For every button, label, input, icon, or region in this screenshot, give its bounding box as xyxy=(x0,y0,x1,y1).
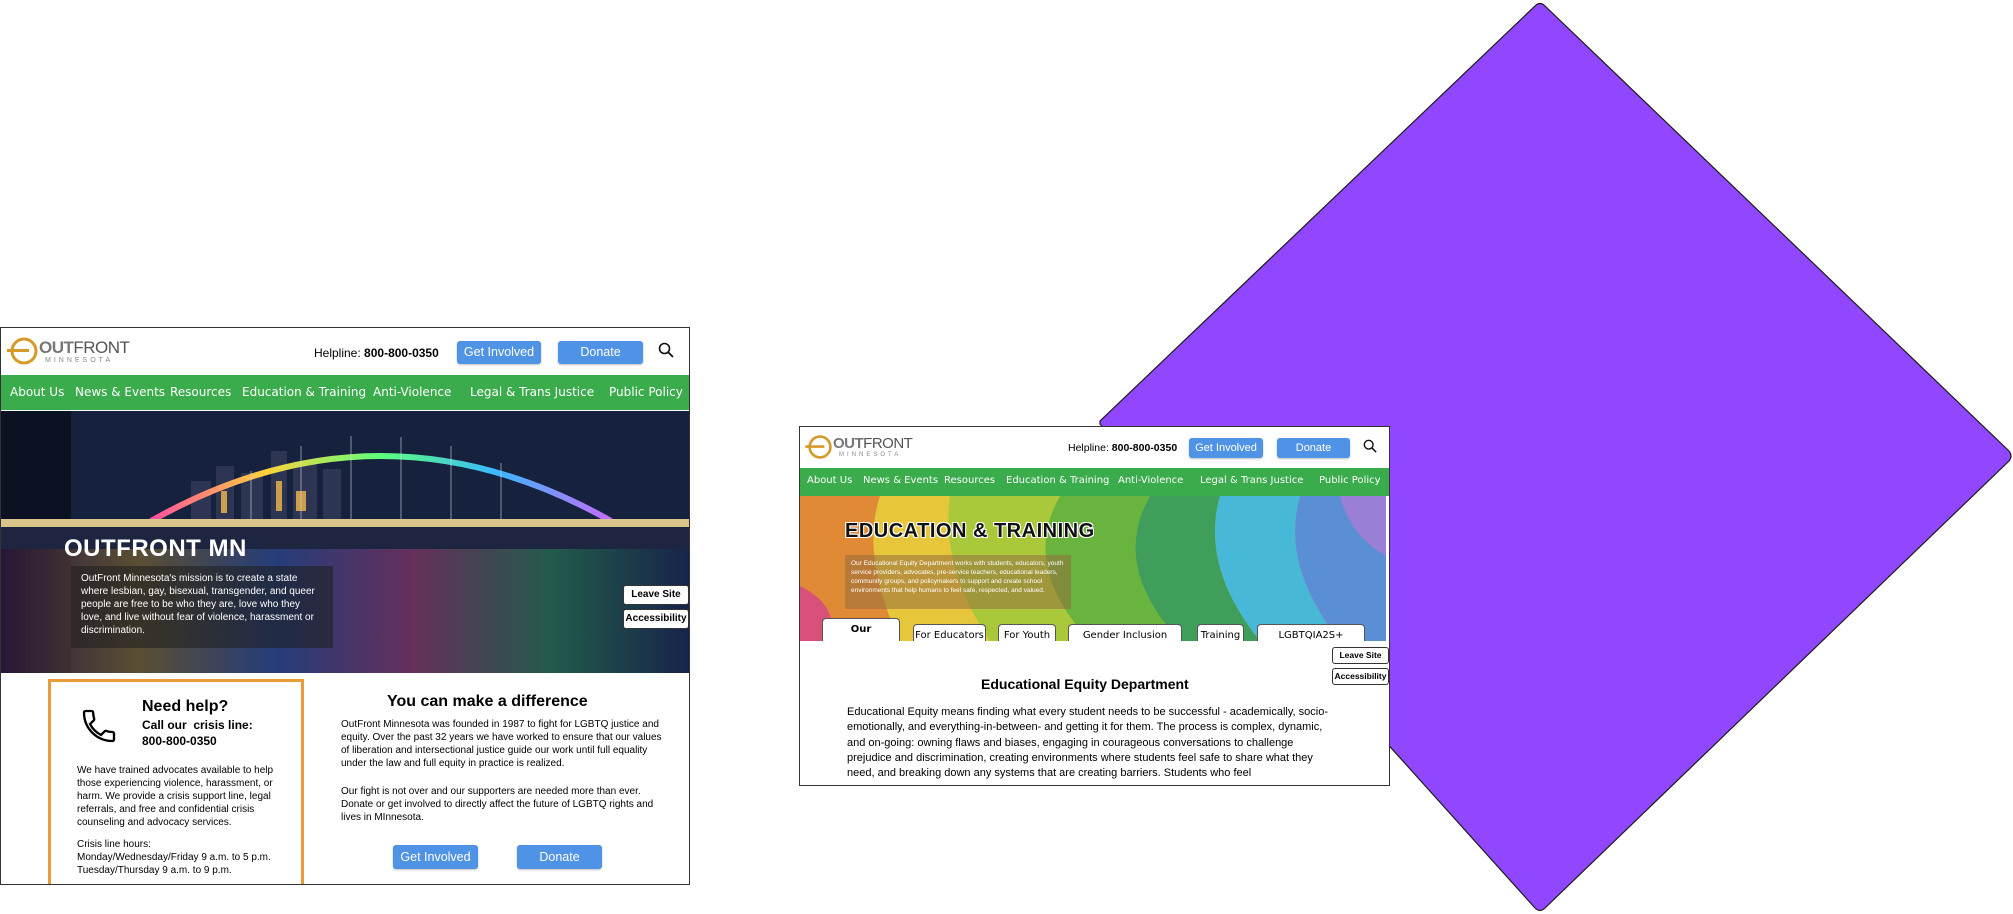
crisis-hours-mwf: Monday/Wednesday/Friday 9 a.m. to 5 p.m. xyxy=(77,852,271,863)
nav-item-legal-trans-justice[interactable]: Legal & Trans Justice xyxy=(470,385,594,399)
nav-item-about-us[interactable]: About Us xyxy=(807,475,852,486)
helpline-label: Helpline: xyxy=(314,346,361,360)
helpline: Helpline: 800-800-0350 xyxy=(1068,442,1177,454)
tab-training[interactable]: Training xyxy=(1197,624,1244,641)
leave-site-button[interactable]: Leave Site xyxy=(623,585,689,605)
education-hero-title: EDUCATION & TRAINING xyxy=(845,520,1095,542)
get-involved-cta-button[interactable]: Get Involved xyxy=(393,845,478,869)
logo-subtext: MINNESOTA xyxy=(45,356,114,364)
logo-out-text: OUT xyxy=(39,337,74,357)
donate-button[interactable]: Donate xyxy=(558,341,643,364)
nav-item-public-policy[interactable]: Public Policy xyxy=(1319,475,1381,486)
outfront-logo-icon xyxy=(7,337,38,365)
search-icon[interactable] xyxy=(658,342,674,358)
nav-item-anti-violence[interactable]: Anti-Violence xyxy=(373,385,451,399)
logo-front-text: FRONT xyxy=(73,337,130,357)
site-logo[interactable]: OUTFRONT MINNESOTA xyxy=(805,434,913,460)
tab-gender-inclusion-project[interactable]: Gender Inclusion Project xyxy=(1068,624,1182,641)
get-involved-button[interactable]: Get Involved xyxy=(457,341,541,364)
helpline-number: 800-800-0350 xyxy=(1111,442,1178,454)
hero-title: OUTFRONT MN xyxy=(64,535,247,562)
search-icon[interactable] xyxy=(1363,439,1377,453)
donate-button[interactable]: Donate xyxy=(1277,438,1350,458)
helpline: Helpline: 800-800-0350 xyxy=(314,346,439,360)
site-header: OUTFRONT MINNESOTA Helpline: 800-800-035… xyxy=(1,328,689,375)
crisis-hours-label: Crisis line hours: xyxy=(77,839,151,850)
nav-item-education-training[interactable]: Education & Training xyxy=(1006,475,1109,486)
nav-item-resources[interactable]: Resources xyxy=(170,385,231,399)
helpline-label: Helpline: xyxy=(1068,442,1109,454)
nav-item-about-us[interactable]: About Us xyxy=(10,385,64,399)
nav-item-education-training[interactable]: Education & Training xyxy=(242,385,366,399)
mission-statement: OutFront Minnesota's mission is to creat… xyxy=(71,566,333,648)
department-body-text: Educational Equity means finding what ev… xyxy=(847,706,1328,780)
nav-item-news-events[interactable]: News & Events xyxy=(75,385,165,399)
site-logo[interactable]: OUTFRONT MINNESOTA xyxy=(7,336,130,366)
tab-lgbtqia2s-seminar[interactable]: LGBTQIA2S+ Seminar xyxy=(1257,624,1365,641)
nav-item-public-policy[interactable]: Public Policy xyxy=(609,385,683,399)
get-involved-button[interactable]: Get Involved xyxy=(1189,438,1263,458)
education-page-mockup: OUTFRONT MINNESOTA Helpline: 800-800-035… xyxy=(799,426,1390,786)
difference-paragraph-1: OutFront Minnesota was founded in 1987 t… xyxy=(341,719,662,769)
site-header: OUTFRONT MINNESOTA Helpline: 800-800-035… xyxy=(800,427,1389,468)
logo-subtext: MINNESOTA xyxy=(839,452,902,458)
crisis-line-number[interactable]: 800-800-0350 xyxy=(142,734,217,748)
help-description: We have trained advocates available to h… xyxy=(77,765,274,828)
main-nav: About Us News & Events Resources Educati… xyxy=(1,375,689,410)
crisis-hours-tt: Tuesday/Thursday 9 a.m. to 9 p.m. xyxy=(77,865,232,876)
nav-item-anti-violence[interactable]: Anti-Violence xyxy=(1118,475,1183,486)
education-hero-text: Our Educational Equity Department works … xyxy=(845,555,1071,609)
need-help-card: Need help? Call our crisis line: 800-800… xyxy=(48,679,304,884)
difference-paragraph-2: Our fight is not over and our supporters… xyxy=(341,786,654,823)
donate-cta-button[interactable]: Donate xyxy=(517,845,602,869)
leave-site-button[interactable]: Leave Site xyxy=(1332,647,1389,664)
department-section-title: Educational Equity Department xyxy=(981,676,1189,692)
tab-our-department[interactable]: Our Department xyxy=(822,618,900,641)
accessibility-button[interactable]: Accessibility xyxy=(623,609,689,629)
helpline-number: 800-800-0350 xyxy=(364,346,439,360)
accessibility-button[interactable]: Accessibility xyxy=(1332,668,1389,685)
hero-banner: OUTFRONT MN OutFront Minnesota's mission… xyxy=(1,411,689,673)
nav-item-news-events[interactable]: News & Events xyxy=(863,475,938,486)
tab-for-educators[interactable]: For Educators xyxy=(913,624,986,641)
make-difference-title: You can make a difference xyxy=(387,693,588,710)
need-help-title: Need help? xyxy=(142,698,229,715)
nav-item-legal-trans-justice[interactable]: Legal & Trans Justice xyxy=(1200,475,1303,486)
home-page-mockup: OUTFRONT MINNESOTA Helpline: 800-800-035… xyxy=(0,327,690,885)
education-hero-banner: EDUCATION & TRAINING Our Educational Equ… xyxy=(800,496,1386,641)
nav-item-resources[interactable]: Resources xyxy=(944,475,995,486)
crisis-line-label: Call our crisis line: xyxy=(142,718,253,732)
tab-for-youth[interactable]: For Youth xyxy=(998,624,1056,641)
main-nav: About Us News & Events Resources Educati… xyxy=(800,468,1389,496)
phone-icon xyxy=(82,709,116,743)
logo-out-text: OUT xyxy=(833,435,864,452)
logo-front-text: FRONT xyxy=(863,435,913,452)
outfront-logo-icon xyxy=(805,435,832,459)
